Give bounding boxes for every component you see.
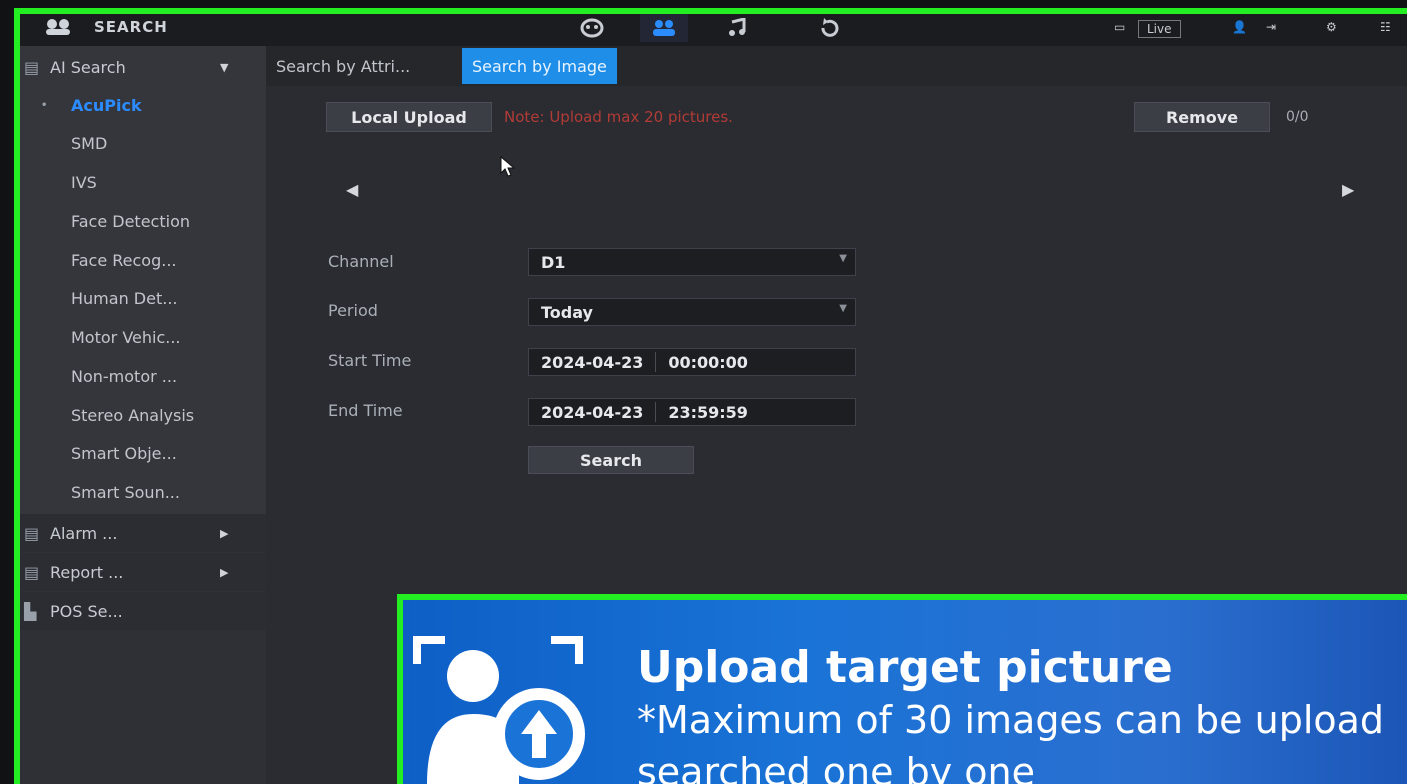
search-button[interactable]: Search [528,446,694,474]
end-date[interactable]: 2024-04-23 [529,403,643,422]
chevron-down-icon: ▼ [220,60,229,74]
upload-person-icon [411,634,591,784]
start-time-field[interactable]: 2024-04-23 00:00:00 [528,348,856,376]
period-select[interactable]: Today ▼ [528,298,856,326]
pos-label: POS Se... [50,601,123,621]
next-arrow-icon[interactable]: ▶ [1342,180,1354,199]
logout-icon[interactable]: ⇥ [1266,20,1276,38]
sidebar-item-smd[interactable]: SMD [20,124,266,162]
sidebar-item-non-motor[interactable]: Non-motor ... [20,357,266,395]
banner-line-2: searched one by one [637,750,1035,784]
channel-label: Channel [328,252,394,271]
window-icon[interactable]: ▭ [1114,20,1125,38]
local-upload-button[interactable]: Local Upload [326,102,492,132]
top-bar: SEARCH ▭ Live 👤 ⇥ ⚙ ☷ [20,14,1407,46]
face-icon[interactable] [568,14,616,42]
period-label: Period [328,301,378,320]
chevron-right-icon: ▶ [220,526,229,540]
chevron-right-icon: ▶ [220,565,229,579]
sidebar-item-stereo-analysis[interactable]: Stereo Analysis [20,396,266,434]
sidebar-group-ai-search[interactable]: ▤ AI Search ▼ [20,48,266,86]
end-time[interactable]: 23:59:59 [656,403,748,422]
sidebar-item-human-detection[interactable]: Human Det... [20,279,266,317]
ai-search-label: AI Search [50,57,126,77]
remove-button[interactable]: Remove [1134,102,1270,132]
upload-counter: 0/0 [1286,109,1309,125]
prev-arrow-icon[interactable]: ◀ [346,180,358,199]
sidebar-item-label: SMD [71,133,108,153]
upload-tip-banner: Upload target picture *Maximum of 30 ima… [397,594,1407,784]
sidebar-item-motor-vehicle[interactable]: Motor Vehic... [20,318,266,356]
sidebar-item-label: Face Recog... [71,250,177,270]
upload-note: Note: Upload max 20 pictures. [504,108,733,126]
chevron-down-icon: ▼ [839,303,847,314]
ai-search-icon: ▤ [24,57,40,77]
bullet-icon: • [41,99,48,111]
banner-title: Upload target picture [637,642,1173,693]
end-time-label: End Time [328,401,403,420]
tab-search-by-image[interactable]: Search by Image [462,48,617,84]
settings-icon[interactable]: ⚙ [1326,20,1337,38]
sidebar-item-label: Stereo Analysis [71,405,195,425]
banner-line-1: *Maximum of 30 images can be upload [637,698,1385,742]
people-search-icon[interactable] [640,14,688,42]
sidebar-item-label: Smart Obje... [71,443,177,463]
sidebar-group-pos[interactable]: ▙ POS Se... [20,592,266,630]
sidebar-item-label: Motor Vehic... [71,327,181,347]
sidebar-item-smart-sound[interactable]: Smart Soun... [20,473,266,511]
chevron-down-icon: ▼ [839,253,847,264]
sidebar-item-label: AcuPick [71,95,142,115]
grid-icon[interactable]: ☷ [1380,20,1391,38]
sidebar-item-smart-object[interactable]: Smart Obje... [20,434,266,472]
alarm-label: Alarm ... [50,523,118,543]
page-title: SEARCH [94,18,168,36]
refresh-icon[interactable] [806,14,854,42]
start-time-label: Start Time [328,351,412,370]
sidebar-item-label: Face Detection [71,211,190,231]
channel-select[interactable]: D1 ▼ [528,248,856,276]
sidebar-group-alarm[interactable]: ▤ Alarm ... ▶ [20,514,266,552]
sidebar-item-face-detection[interactable]: Face Detection [20,202,266,240]
report-icon: ▤ [24,562,40,582]
tab-bar: Search by Attri... Search by Image [266,46,1407,86]
mouse-cursor-icon [500,155,516,182]
report-label: Report ... [50,562,124,582]
channel-value: D1 [541,252,566,272]
end-time-field[interactable]: 2024-04-23 23:59:59 [528,398,856,426]
period-value: Today [541,302,593,322]
sidebar-item-label: Human Det... [71,288,178,308]
sidebar: ▤ AI Search ▼ • AcuPick SMD IVS Face Det… [20,46,266,784]
search-mode-icon [42,16,74,38]
sidebar-item-ivs[interactable]: IVS [20,163,266,201]
tab-search-by-attributes[interactable]: Search by Attri... [266,48,420,84]
sidebar-item-label: IVS [71,172,97,192]
sidebar-group-report[interactable]: ▤ Report ... ▶ [20,553,266,591]
pos-icon: ▙ [24,601,37,621]
sidebar-item-label: Non-motor ... [71,366,178,386]
sidebar-item-face-recognition[interactable]: Face Recog... [20,241,266,279]
sidebar-item-label: Smart Soun... [71,482,180,502]
alarm-icon: ▤ [24,523,40,543]
music-icon[interactable] [714,14,762,42]
user-icon[interactable]: 👤 [1232,20,1247,38]
start-time[interactable]: 00:00:00 [656,353,748,372]
start-date[interactable]: 2024-04-23 [529,353,643,372]
sidebar-item-acupick[interactable]: • AcuPick [20,86,266,124]
live-button[interactable]: Live [1138,20,1181,38]
